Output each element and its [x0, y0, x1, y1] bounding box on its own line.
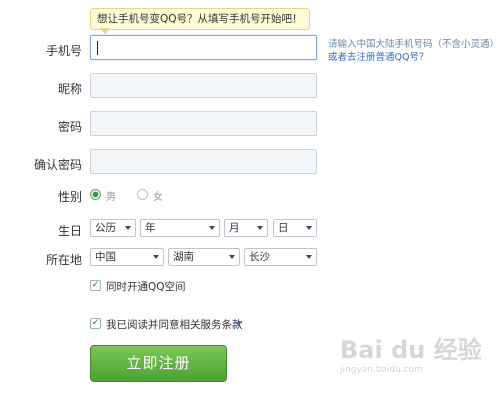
calendar-type-value: 公历: [95, 222, 116, 234]
gender-label: 性别: [57, 190, 82, 204]
birthday-label: 生日: [57, 224, 82, 238]
terms-label[interactable]: 我已阅读并同意相关服务条款: [106, 317, 243, 332]
phone-tooltip: 想让手机号变QQ号？从填写手机号开始吧！: [90, 8, 310, 30]
chevron-down-icon: [306, 226, 312, 230]
female-label: 女: [153, 192, 163, 203]
calendar-type-select[interactable]: 公历: [90, 219, 136, 237]
nickname-label: 昵称: [57, 82, 82, 96]
phone-hint: 请输入中国大陆手机号码（不含小灵通） 或者去注册普通QQ号？: [328, 38, 499, 64]
birth-year-select[interactable]: 年: [140, 219, 220, 237]
chevron-down-icon: [229, 255, 235, 259]
watermark-main: Bai du 经验: [340, 336, 482, 364]
birth-month-select[interactable]: 月: [224, 219, 268, 237]
birth-year-value: 年: [145, 222, 156, 234]
chevron-down-icon: [209, 226, 215, 230]
country-value: 中国: [95, 251, 116, 263]
birth-month-value: 月: [229, 222, 240, 234]
confirm-password-input[interactable]: [90, 149, 317, 174]
chevron-down-icon: [306, 255, 312, 259]
terms-checkbox[interactable]: ✓: [90, 318, 101, 329]
text-caret: [97, 41, 98, 55]
register-normal-qq-link[interactable]: 或者去注册普通QQ号？: [328, 52, 428, 63]
male-label: 男: [106, 192, 116, 203]
province-select[interactable]: 湖南: [168, 248, 240, 266]
province-value: 湖南: [173, 251, 194, 263]
chevron-down-icon: [153, 255, 159, 259]
location-label: 所在地: [45, 253, 82, 267]
chevron-down-icon: [125, 226, 131, 230]
register-button[interactable]: 立即注册: [90, 345, 227, 382]
confirm-password-label: 确认密码: [33, 158, 82, 172]
phone-label: 手机号: [45, 44, 82, 58]
chevron-down-icon: [257, 226, 263, 230]
phone-hint-text: 请输入中国大陆手机号码（不含小灵通）: [328, 39, 500, 50]
terms-expand-icon[interactable]: [235, 322, 241, 326]
country-select[interactable]: 中国: [90, 248, 164, 266]
qzone-label: 同时开通QQ空间: [106, 281, 186, 293]
qzone-checkbox[interactable]: ✓: [90, 280, 101, 291]
city-select[interactable]: 长沙: [244, 248, 317, 266]
nickname-input[interactable]: [90, 73, 317, 98]
watermark-url: jingyan.baidu.com: [340, 365, 424, 375]
female-radio[interactable]: [137, 189, 148, 200]
baidu-watermark: Bai du 经验 jingyan.baidu.com: [340, 330, 490, 390]
phone-input[interactable]: [90, 35, 317, 60]
birth-day-value: 日: [278, 222, 289, 234]
tooltip-arrow: [100, 28, 110, 34]
password-input[interactable]: [90, 111, 317, 136]
city-value: 长沙: [249, 251, 270, 263]
password-label: 密码: [57, 120, 82, 134]
birth-day-select[interactable]: 日: [273, 219, 317, 237]
male-radio[interactable]: [90, 189, 101, 200]
